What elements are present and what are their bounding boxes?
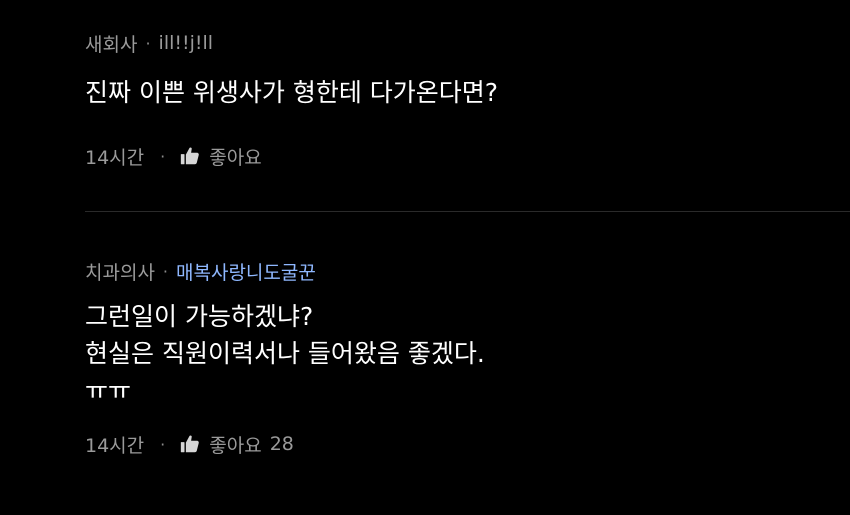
like-label: 좋아요 [209,434,262,457]
author-role: 새회사 [85,33,138,56]
footer-separator: · [160,146,166,166]
meta-separator: · [162,261,169,281]
comment-body: 그런일이 가능하겠냐? 현실은 직원이력서나 들어왔음 좋겠다. ㅠㅠ [85,298,850,409]
like-count: 28 [269,433,294,455]
comment-body: 진짜 이쁜 위생사가 형한테 다가온다면? [85,74,850,111]
thumbs-up-icon [181,147,200,165]
comment-author-line: 새회사 · ill!!j!ll [85,28,850,58]
comment-line: 현실은 직원이력서나 들어왔음 좋겠다. [85,339,485,368]
author-role: 치과의사 [85,261,155,284]
comment-divider [85,211,850,212]
comment-line: 그런일이 가능하겠냐? [85,302,314,331]
meta-separator: · [145,33,151,53]
comment-time: 14시간 [85,434,145,457]
comment-item: 새회사 · ill!!j!ll 진짜 이쁜 위생사가 형한테 다가온다면? 14… [85,28,850,171]
footer-separator: · [160,434,166,454]
like-button[interactable]: 좋아요 [179,143,262,170]
comment-line: 진짜 이쁜 위생사가 형한테 다가온다면? [85,78,499,107]
thumbs-up-icon [181,435,200,453]
like-button[interactable]: 좋아요 28 [179,431,294,458]
comment-item: 치과의사 · 매복사랑니도굴꾼 그런일이 가능하겠냐? 현실은 직원이력서나 들… [85,256,850,459]
comment-footer: 14시간 · 좋아요 28 [85,429,850,459]
author-nickname[interactable]: 매복사랑니도굴꾼 [176,258,316,285]
like-label: 좋아요 [209,146,262,169]
comment-time: 14시간 [85,146,145,169]
comment-footer: 14시간 · 좋아요 [85,141,850,171]
comment-author-line: 치과의사 · 매복사랑니도굴꾼 [85,256,850,286]
author-nickname[interactable]: ill!!j!ll [159,32,214,54]
comment-line: ㅠㅠ [85,376,132,405]
